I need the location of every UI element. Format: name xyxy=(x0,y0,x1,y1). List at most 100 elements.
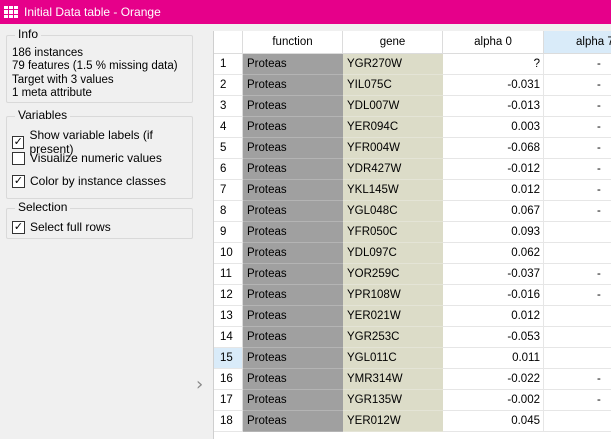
table-row[interactable]: 11 Proteas YOR259C -0.037- xyxy=(214,264,611,285)
table-row[interactable]: 16 Proteas YMR314W -0.022- xyxy=(214,369,611,390)
gene-cell[interactable]: YFR050C xyxy=(343,222,443,243)
function-cell[interactable]: Proteas xyxy=(243,180,343,201)
function-cell[interactable]: Proteas xyxy=(243,75,343,96)
checkbox-mark[interactable]: ✓ xyxy=(12,135,25,149)
alpha-7-cell[interactable] xyxy=(544,222,611,243)
alpha-0-cell[interactable]: 0.093 xyxy=(443,222,544,243)
function-cell[interactable]: Proteas xyxy=(243,117,343,138)
alpha-0-cell[interactable]: -0.012 xyxy=(443,159,544,180)
function-cell[interactable]: Proteas xyxy=(243,306,343,327)
alpha-7-cell[interactable]: - xyxy=(544,96,611,117)
alpha-0-cell[interactable]: 0.045 xyxy=(443,411,544,432)
row-number[interactable]: 9 xyxy=(214,222,243,243)
table-row[interactable]: 12 Proteas YPR108W -0.016- xyxy=(214,285,611,306)
data-table[interactable]: function gene alpha 0 alpha 7 1 Proteas YG… xyxy=(213,31,611,439)
alpha-0-cell[interactable]: -0.022 xyxy=(443,369,544,390)
row-number[interactable]: 12 xyxy=(214,285,243,306)
alpha-0-cell[interactable]: 0.003 xyxy=(443,117,544,138)
row-number[interactable]: 13 xyxy=(214,306,243,327)
checkbox-mark[interactable] xyxy=(12,151,25,165)
row-number[interactable]: 15 xyxy=(214,348,243,369)
header-alpha-0[interactable]: alpha 0 xyxy=(443,31,544,54)
row-number[interactable]: 11 xyxy=(214,264,243,285)
alpha-7-cell[interactable]: - xyxy=(544,285,611,306)
alpha-0-cell[interactable]: ? xyxy=(443,54,544,75)
row-number[interactable]: 16 xyxy=(214,369,243,390)
header-function[interactable]: function xyxy=(243,31,343,54)
table-row[interactable]: 4 Proteas YER094C 0.003- xyxy=(214,117,611,138)
table-row[interactable]: 5 Proteas YFR004W -0.068- xyxy=(214,138,611,159)
alpha-7-cell[interactable]: - xyxy=(544,75,611,96)
checkbox-mark[interactable]: ✓ xyxy=(12,220,25,234)
gene-cell[interactable]: YDR427W xyxy=(343,159,443,180)
gene-cell[interactable]: YGR253C xyxy=(343,327,443,348)
function-cell[interactable]: Proteas xyxy=(243,264,343,285)
alpha-7-cell[interactable]: - xyxy=(544,264,611,285)
alpha-7-cell[interactable] xyxy=(544,306,611,327)
function-cell[interactable]: Proteas xyxy=(243,243,343,264)
row-number[interactable]: 6 xyxy=(214,159,243,180)
alpha-0-cell[interactable]: -0.068 xyxy=(443,138,544,159)
table-row[interactable]: 1 Proteas YGR270W? - xyxy=(214,54,611,75)
gene-cell[interactable]: YOR259C xyxy=(343,264,443,285)
row-number[interactable]: 17 xyxy=(214,390,243,411)
gene-cell[interactable]: YER012W xyxy=(343,411,443,432)
alpha-0-cell[interactable]: -0.013 xyxy=(443,96,544,117)
alpha-7-cell[interactable]: - xyxy=(544,390,611,411)
gene-cell[interactable]: YMR314W xyxy=(343,369,443,390)
gene-cell[interactable]: YGL048C xyxy=(343,201,443,222)
table-row[interactable]: 3 Proteas YDL007W -0.013- xyxy=(214,96,611,117)
color-by-instance-classes-checkbox[interactable]: ✓ Color by instance classes xyxy=(12,174,166,188)
gene-cell[interactable]: YIL075C xyxy=(343,75,443,96)
alpha-0-cell[interactable]: 0.012 xyxy=(443,180,544,201)
table-row[interactable]: 2 Proteas YIL075C -0.031- xyxy=(214,75,611,96)
table-row[interactable]: 13 Proteas YER021W 0.012 xyxy=(214,306,611,327)
function-cell[interactable]: Proteas xyxy=(243,54,343,75)
function-cell[interactable]: Proteas xyxy=(243,159,343,180)
alpha-7-cell[interactable]: - xyxy=(544,369,611,390)
alpha-7-cell[interactable]: - xyxy=(544,159,611,180)
table-row[interactable]: 18 Proteas YER012W 0.045 xyxy=(214,411,611,432)
row-number[interactable]: 5 xyxy=(214,138,243,159)
row-number[interactable]: 18 xyxy=(214,411,243,432)
alpha-0-cell[interactable]: 0.012 xyxy=(443,306,544,327)
table-row[interactable]: 14 Proteas YGR253C -0.053 xyxy=(214,327,611,348)
alpha-0-cell[interactable]: -0.002 xyxy=(443,390,544,411)
gene-cell[interactable]: YPR108W xyxy=(343,285,443,306)
gene-cell[interactable]: YGR135W xyxy=(343,390,443,411)
alpha-7-cell[interactable] xyxy=(544,411,611,432)
table-row[interactable]: 7 Proteas YKL145W 0.012- xyxy=(214,180,611,201)
chevron-right-icon[interactable]: › xyxy=(196,374,203,395)
gene-cell[interactable]: YKL145W xyxy=(343,180,443,201)
table-row[interactable]: 9 Proteas YFR050C 0.093 xyxy=(214,222,611,243)
alpha-0-cell[interactable]: 0.011 xyxy=(443,348,544,369)
table-row[interactable]: 10 Proteas YDL097C 0.062 xyxy=(214,243,611,264)
row-number[interactable]: 3 xyxy=(214,96,243,117)
function-cell[interactable]: Proteas xyxy=(243,138,343,159)
row-number[interactable]: 2 xyxy=(214,75,243,96)
alpha-7-cell[interactable]: - xyxy=(544,117,611,138)
checkbox-mark[interactable]: ✓ xyxy=(12,174,25,188)
function-cell[interactable]: Proteas xyxy=(243,348,343,369)
row-number[interactable]: 1 xyxy=(214,54,243,75)
alpha-7-cell[interactable]: - xyxy=(544,138,611,159)
gene-cell[interactable]: YGL011C xyxy=(343,348,443,369)
alpha-7-cell[interactable]: - xyxy=(544,54,611,75)
gene-cell[interactable]: YGR270W xyxy=(343,54,443,75)
alpha-0-cell[interactable]: 0.062 xyxy=(443,243,544,264)
gene-cell[interactable]: YFR004W xyxy=(343,138,443,159)
function-cell[interactable]: Proteas xyxy=(243,390,343,411)
gene-cell[interactable]: YER094C xyxy=(343,117,443,138)
gene-cell[interactable]: YER021W xyxy=(343,306,443,327)
table-row[interactable]: 6 Proteas YDR427W -0.012- xyxy=(214,159,611,180)
alpha-7-cell[interactable] xyxy=(544,327,611,348)
row-number[interactable]: 8 xyxy=(214,201,243,222)
function-cell[interactable]: Proteas xyxy=(243,285,343,306)
table-row[interactable]: 15 Proteas YGL011C 0.011 xyxy=(214,348,611,369)
alpha-7-cell[interactable] xyxy=(544,243,611,264)
row-number[interactable]: 10 xyxy=(214,243,243,264)
row-number[interactable]: 7 xyxy=(214,180,243,201)
table-row[interactable]: 17 Proteas YGR135W -0.002- xyxy=(214,390,611,411)
function-cell[interactable]: Proteas xyxy=(243,327,343,348)
select-full-rows-checkbox[interactable]: ✓ Select full rows xyxy=(12,220,111,234)
